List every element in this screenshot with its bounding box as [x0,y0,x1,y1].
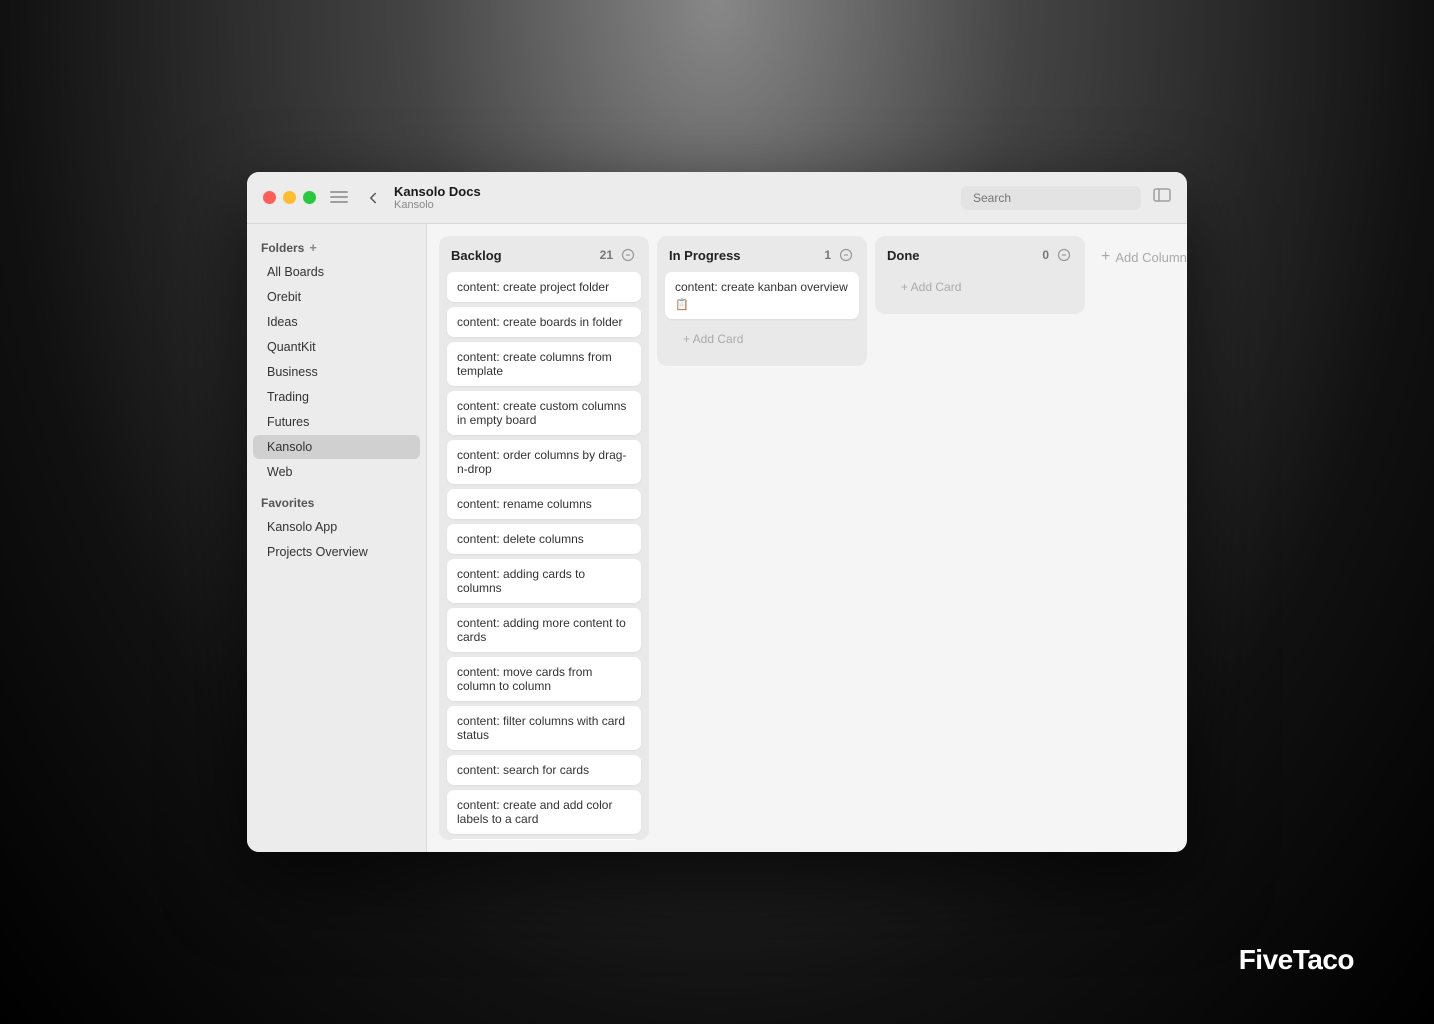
app-info: Kansolo Docs Kansolo [394,184,961,211]
sidebar-item-ideas[interactable]: Ideas [253,310,420,334]
column-count-done: 0 [1042,248,1049,262]
column-in-progress: In Progress1 content: create kanban over… [657,236,867,366]
maximize-button[interactable] [303,191,316,204]
main-window: Kansolo Docs Kansolo Folders + All Board… [247,172,1187,852]
add-column-label: Add Column [1115,250,1187,265]
watermark: FiveTaco [1239,944,1354,976]
sidebar-item-quantkit[interactable]: QuantKit [253,335,420,359]
column-menu-icon-backlog[interactable] [619,246,637,264]
favorites-label: Favorites [261,496,314,510]
sidebar-item-web[interactable]: Web [253,460,420,484]
column-header-backlog: Backlog21 [439,236,649,272]
app-sub: Kansolo [394,199,961,211]
sidebar-item-business[interactable]: Business [253,360,420,384]
column-title-done: Done [887,248,1042,263]
sidebar-item-trading[interactable]: Trading [253,385,420,409]
column-header-done: Done0 [875,236,1085,272]
card-backlog-1[interactable]: content: create boards in folder [447,307,641,337]
card-backlog-9[interactable]: content: move cards from column to colum… [447,657,641,701]
sidebar-favorite-projects-overview[interactable]: Projects Overview [253,540,420,564]
column-done: Done0 + Add Card [875,236,1085,314]
add-card-button-done[interactable]: + Add Card [891,274,1069,300]
column-backlog: Backlog21 content: create project folder… [439,236,649,840]
card-backlog-13[interactable]: content: attach files to a card [447,839,641,840]
add-column-button[interactable]: + Add Column [1093,238,1187,276]
card-backlog-5[interactable]: content: rename columns [447,489,641,519]
sidebar: Folders + All BoardsOrebitIdeasQuantKitB… [247,224,427,852]
sidebar-item-all-boards[interactable]: All Boards [253,260,420,284]
column-count-backlog: 21 [600,248,613,262]
column-cards-in-progress: content: create kanban overview📋 + Add Ca… [657,272,867,366]
minimize-button[interactable] [283,191,296,204]
folders-header: Folders + [247,236,426,259]
add-folder-button[interactable]: + [309,240,317,255]
traffic-lights [263,191,316,204]
column-count-in-progress: 1 [824,248,831,262]
column-title-backlog: Backlog [451,248,600,263]
card-backlog-11[interactable]: content: search for cards [447,755,641,785]
search-input[interactable] [961,186,1141,210]
titlebar: Kansolo Docs Kansolo [247,172,1187,224]
column-cards-done: + Add Card [875,272,1085,314]
column-title-in-progress: In Progress [669,248,824,263]
card-backlog-0[interactable]: content: create project folder [447,272,641,302]
card-backlog-8[interactable]: content: adding more content to cards [447,608,641,652]
card-backlog-6[interactable]: content: delete columns [447,524,641,554]
board-area: Backlog21 content: create project folder… [427,224,1187,852]
sidebar-item-kansolo[interactable]: Kansolo [253,435,420,459]
card-in-progress-0[interactable]: content: create kanban overview📋 [665,272,859,319]
column-menu-icon-done[interactable] [1055,246,1073,264]
card-attachment-icon: 📋 [675,298,849,311]
main-content: Folders + All BoardsOrebitIdeasQuantKitB… [247,224,1187,852]
card-backlog-12[interactable]: content: create and add color labels to … [447,790,641,834]
card-backlog-10[interactable]: content: filter columns with card status [447,706,641,750]
add-card-button-in-progress[interactable]: + Add Card [673,326,851,352]
column-header-in-progress: In Progress1 [657,236,867,272]
sidebar-item-orebit[interactable]: Orebit [253,285,420,309]
columns-container: Backlog21 content: create project folder… [427,224,1187,852]
column-menu-icon-in-progress[interactable] [837,246,855,264]
close-button[interactable] [263,191,276,204]
plus-icon: + [1101,248,1110,266]
expand-icon[interactable] [1153,188,1171,207]
sidebar-favorite-kansolo-app[interactable]: Kansolo App [253,515,420,539]
app-name: Kansolo Docs [394,184,961,199]
card-backlog-2[interactable]: content: create columns from template [447,342,641,386]
card-backlog-3[interactable]: content: create custom columns in empty … [447,391,641,435]
card-backlog-4[interactable]: content: order columns by drag-n-drop [447,440,641,484]
favorites-header: Favorites [247,488,426,514]
back-button[interactable] [364,189,382,207]
sidebar-toggle-icon[interactable] [330,191,348,205]
folders-label: Folders [261,241,304,255]
sidebar-item-futures[interactable]: Futures [253,410,420,434]
column-cards-backlog: content: create project folder content: c… [439,272,649,840]
card-backlog-7[interactable]: content: adding cards to columns [447,559,641,603]
